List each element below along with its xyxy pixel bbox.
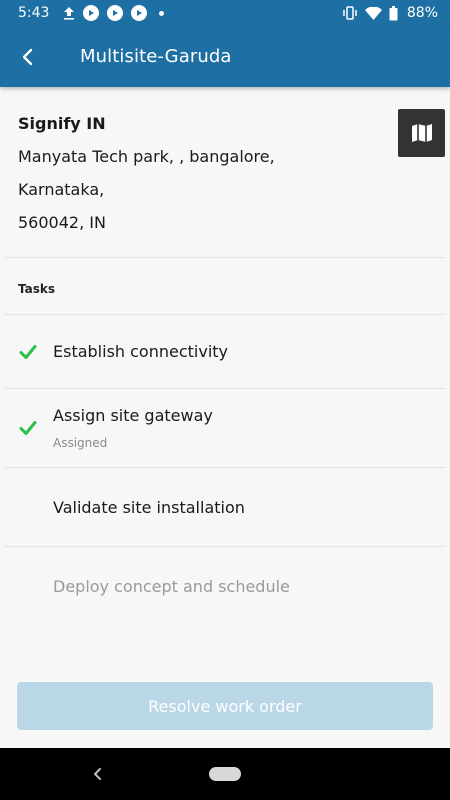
task-item-assign-site-gateway[interactable]: Assign site gateway Assigned: [0, 389, 450, 467]
check-icon: [19, 344, 37, 359]
tasks-heading: Tasks: [18, 282, 56, 296]
nav-home-pill[interactable]: [209, 767, 241, 781]
task-item-deploy-concept-and-schedule: Deploy concept and schedule: [0, 547, 450, 625]
status-time: 5:43: [18, 5, 50, 21]
task-status-text: Assigned: [53, 436, 108, 450]
map-button[interactable]: [398, 109, 445, 157]
map-icon: [411, 124, 432, 142]
task-item-validate-site-installation[interactable]: Validate site installation: [0, 468, 450, 546]
app-bar: Multisite-Garuda: [0, 26, 450, 87]
chevron-left-icon: [22, 48, 33, 65]
site-info: Signify IN Manyata Tech park, , bangalor…: [0, 87, 450, 257]
resolve-work-order-button[interactable]: Resolve work order: [17, 682, 433, 730]
vibrate-icon: [342, 6, 358, 20]
check-icon: [19, 421, 37, 435]
main-content: Signify IN Manyata Tech park, , bangalor…: [0, 87, 450, 748]
address-line: Karnataka,: [18, 180, 105, 199]
notification-dot-icon: [159, 10, 165, 16]
play-icon: [107, 5, 124, 21]
wifi-icon: [364, 6, 382, 20]
task-label: Validate site installation: [53, 497, 245, 517]
nav-back-icon: [94, 768, 101, 780]
system-nav-bar: [0, 748, 450, 800]
address-line: Manyata Tech park, , bangalore,: [18, 147, 275, 166]
status-bar: 5:43 88%: [0, 0, 450, 26]
site-name: Signify IN: [18, 114, 106, 133]
battery-percentage: 88%: [406, 5, 438, 21]
page-title: Multisite-Garuda: [80, 46, 232, 67]
task-label: Establish connectivity: [53, 342, 229, 361]
task-label: Assign site gateway: [53, 406, 213, 425]
battery-icon: [389, 5, 398, 21]
play-icon: [131, 5, 148, 21]
back-button[interactable]: [2, 26, 52, 87]
nav-back-button[interactable]: [88, 764, 108, 784]
upload-icon: [63, 6, 75, 20]
task-item-establish-connectivity[interactable]: Establish connectivity: [0, 315, 450, 388]
address-line: 560042, IN: [18, 213, 106, 232]
play-icon: [83, 5, 100, 21]
task-label: Deploy concept and schedule: [53, 576, 290, 596]
